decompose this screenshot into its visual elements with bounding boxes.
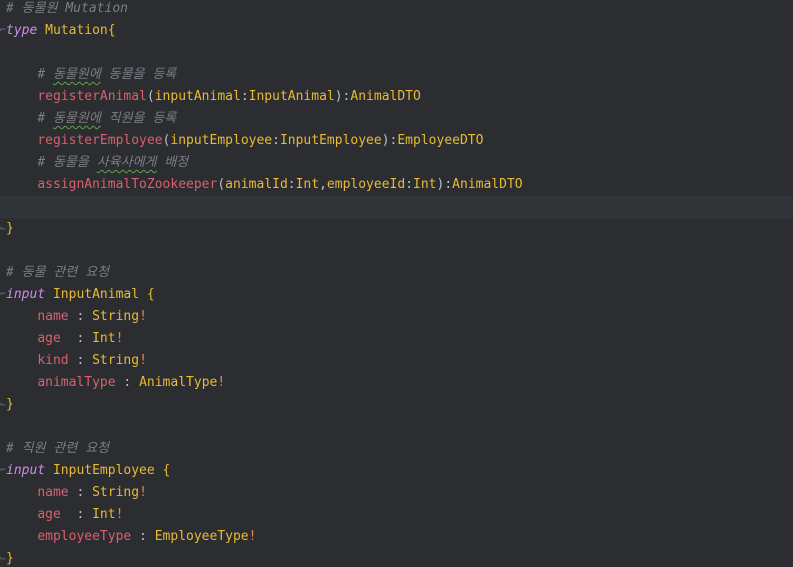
code-line: # 동물원에 동물을 등록 [0,64,793,86]
code-comment: # 동물을 사육사에게 배정 [37,155,188,170]
code-line: name : String! [37,309,147,324]
open-brace: { [146,287,155,302]
comment-rest: 직원을 등록 [100,111,177,126]
mutation-name: assignAnimalToZookeeper [37,177,218,192]
input-keyword: input [6,463,46,478]
non-null-mark: ! [139,485,147,500]
return-type: EmployeeDTO [397,133,484,148]
field-name: kind [37,353,69,368]
non-null-mark: ! [139,309,147,324]
spelling-warning[interactable]: 동물원에 [53,111,101,126]
code-comment: # 동물원에 직원을 등록 [37,111,176,126]
close-brace: } [6,551,14,566]
code-line: kind : String! [37,353,147,368]
code-line: # 동물을 사육사에게 배정 [0,152,793,174]
param-type: Int [295,177,320,192]
param-type: InputAnimal [248,89,335,104]
comment-rest: 동물을 등록 [100,67,177,82]
field-name: name [37,309,69,324]
current-line-highlight[interactable] [0,196,793,218]
spelling-warning[interactable]: 사육사에게 [97,155,157,170]
param-name: employeeId [326,177,406,192]
code-line: name : String! [37,485,147,500]
code-line: animalType : AnimalType! [37,375,226,390]
non-null-mark: ! [217,375,226,390]
code-line: ⌙ } [0,548,793,567]
code-line: age : Int! [37,507,124,522]
comment-rest: 배정 [156,155,189,170]
spelling-warning[interactable]: 동물원에 [53,67,101,82]
field-name: employeeType [37,529,132,544]
input-keyword: input [6,287,46,302]
param-name: animalId [225,177,288,192]
code-comment: # 동물원 Mutation [6,1,128,16]
field-type: Int [92,331,116,346]
code-line: # 동물 관련 요청 [0,262,793,284]
code-comment: # 동물원에 동물을 등록 [37,67,176,82]
field-type: String [92,353,140,368]
field-name: age [37,331,61,346]
field-type: String [92,485,140,500]
non-null-mark: ! [115,331,124,346]
code-line: employeeType : EmployeeType! [37,529,257,544]
comment-prefix: # [37,111,53,126]
return-type: AnimalDTO [350,89,421,104]
field-type: EmployeeType [154,529,249,544]
type-name: InputAnimal [52,287,140,302]
field-name: animalType [37,375,116,390]
mutation-name: registerEmployee [37,133,163,148]
return-type: AnimalDTO [452,177,523,192]
code-line: # 동물원에 직원을 등록 [0,108,793,130]
type-name: InputEmployee [52,463,155,478]
code-line: ⌐ type Mutation{ [0,20,793,42]
field-name: age [37,507,61,522]
open-brace: { [107,23,116,38]
param-type: InputEmployee [279,133,382,148]
code-line: ⌙ } [0,218,793,240]
code-comment: # 직원 관련 요청 [6,441,110,456]
comment-prefix: # 동물을 [37,155,97,170]
type-keyword: type [6,23,38,38]
non-null-mark: ! [115,507,124,522]
param-type: Int [413,177,437,192]
non-null-mark: ! [248,529,257,544]
code-line: ⌐ input InputEmployee { [0,460,793,482]
param-name: inputAnimal [154,89,241,104]
non-null-mark: ! [139,353,147,368]
comment-prefix: # [37,67,53,82]
field-type: Int [92,507,116,522]
code-editor[interactable]: # 동물원 Mutation ⌐ type Mutation{ # 동물원에 동… [0,0,793,567]
param-name: inputEmployee [170,133,273,148]
field-name: name [37,485,69,500]
code-line: assignAnimalToZookeeper(animalId:Int,emp… [37,177,523,192]
mutation-name: registerAnimal [37,89,147,104]
field-type: AnimalType [139,375,218,390]
code-line: registerAnimal(inputAnimal:InputAnimal):… [37,89,421,104]
code-comment: # 동물 관련 요청 [6,265,110,280]
code-line: registerEmployee(inputEmployee:InputEmpl… [37,133,484,148]
code-line: ⌙ } [0,394,793,416]
code-line: # 직원 관련 요청 [0,438,793,460]
close-brace: } [6,397,14,412]
type-name: Mutation [45,23,108,38]
field-type: String [92,309,140,324]
close-brace: } [6,221,14,236]
code-line: age : Int! [37,331,124,346]
code-line: # 동물원 Mutation [0,0,793,20]
open-brace: { [162,463,171,478]
code-line: ⌐ input InputAnimal { [0,284,793,306]
